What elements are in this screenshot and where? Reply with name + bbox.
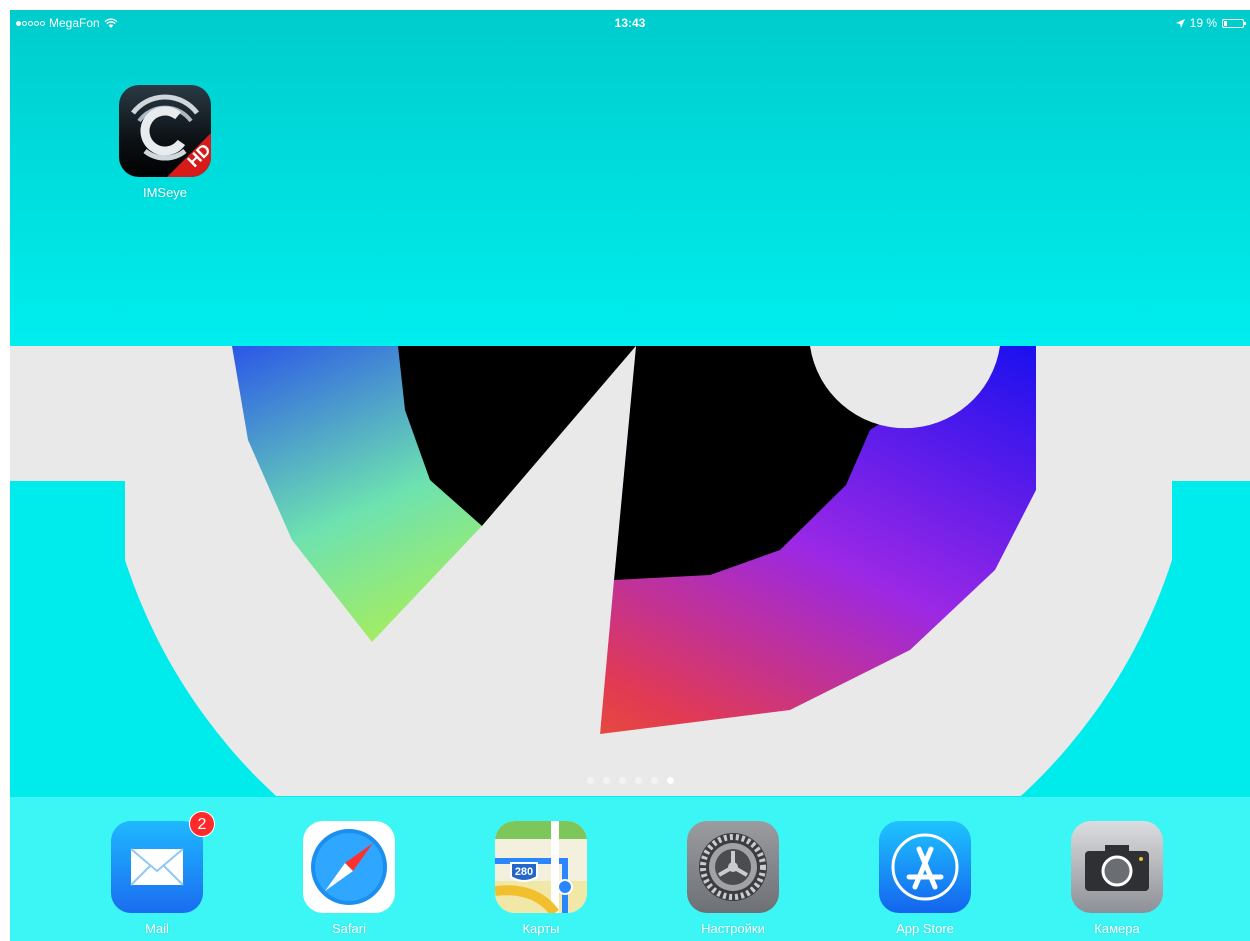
page-dot[interactable] xyxy=(650,777,658,784)
battery-icon xyxy=(1222,18,1246,28)
mail-icon xyxy=(111,821,203,913)
dock-app-app-store[interactable]: App Store xyxy=(865,821,985,936)
dock-app-mail[interactable]: 2 Mail xyxy=(97,811,217,936)
app-label: Карты xyxy=(522,921,560,936)
app-store-icon xyxy=(879,821,971,913)
dock-app-maps[interactable]: 280 Карты xyxy=(481,821,601,936)
dock-app-safari[interactable]: Safari xyxy=(289,821,409,936)
page-dot[interactable] xyxy=(602,777,610,784)
app-imseye[interactable]: HD IMSeye xyxy=(105,85,225,200)
app-label: Камера xyxy=(1094,921,1140,936)
home-screen: MegaFon 13:43 19 % HD IMSeye 2 Mail Safa… xyxy=(10,10,1250,941)
status-bar-right: 19 % xyxy=(1175,10,1246,36)
maps-icon: 280 xyxy=(495,821,587,913)
dock-app-settings[interactable]: Настройки xyxy=(673,821,793,936)
dock-app-camera[interactable]: Камера xyxy=(1057,821,1177,936)
location-arrow-icon xyxy=(1175,18,1185,28)
battery-percent: 19 % xyxy=(1189,16,1217,30)
battery-level xyxy=(1224,20,1227,26)
page-dot[interactable] xyxy=(618,777,626,784)
page-dot[interactable] xyxy=(634,777,642,784)
camera-icon xyxy=(1071,821,1163,913)
notification-badge: 2 xyxy=(189,811,215,837)
imseye-app-icon: HD xyxy=(119,85,211,177)
app-label: Mail xyxy=(145,921,169,936)
app-label: Настройки xyxy=(701,921,765,936)
app-label: App Store xyxy=(896,921,954,936)
compass-icon xyxy=(303,821,395,913)
highway-shield-text: 280 xyxy=(515,866,533,878)
page-indicator[interactable] xyxy=(10,777,1250,784)
gear-icon xyxy=(687,821,779,913)
page-dot[interactable] xyxy=(586,777,594,784)
dock: 2 Mail Safari 280 Карты Настройки App St… xyxy=(10,797,1250,941)
app-label: Safari xyxy=(332,921,366,936)
status-bar: MegaFon 13:43 19 % xyxy=(10,10,1250,36)
page-dot[interactable] xyxy=(666,777,674,784)
app-label: IMSeye xyxy=(142,185,188,200)
status-bar-time: 13:43 xyxy=(614,16,646,30)
